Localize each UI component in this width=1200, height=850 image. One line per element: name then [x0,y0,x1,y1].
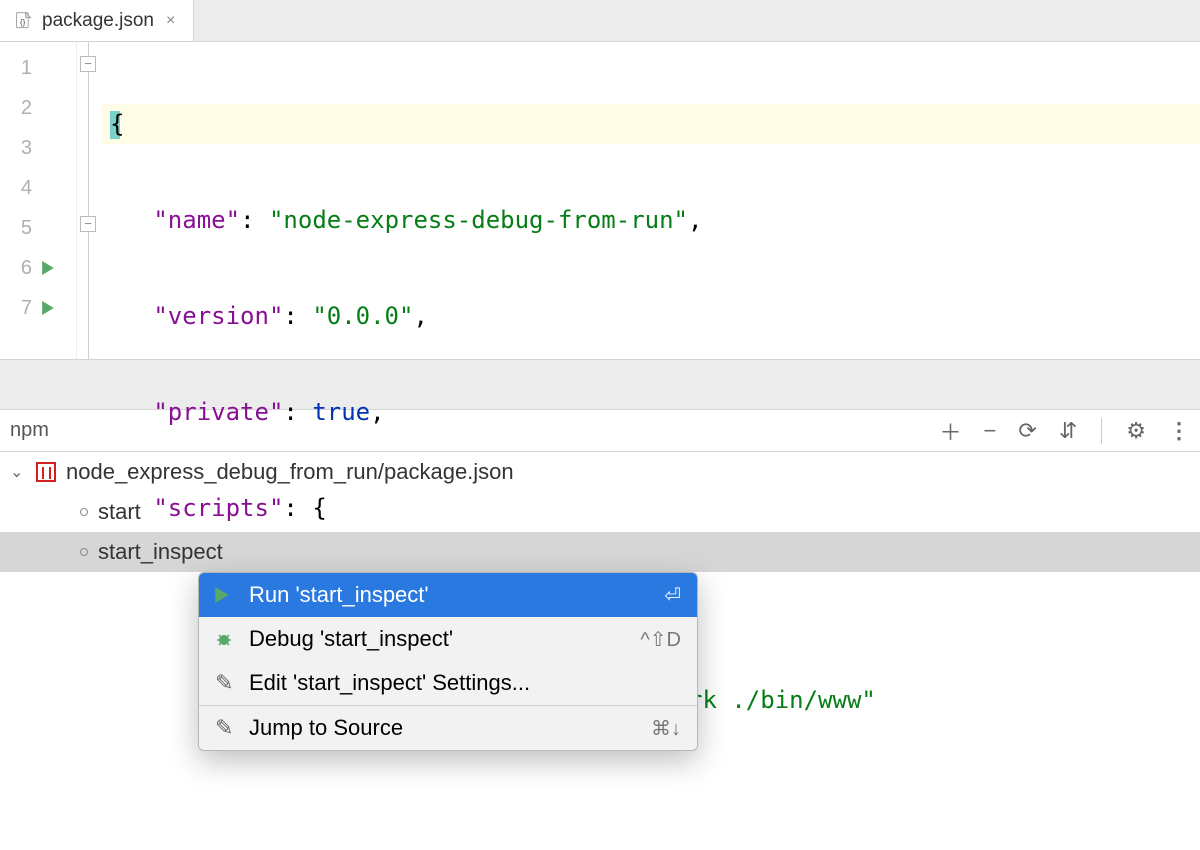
fold-toggle-icon[interactable]: − [80,216,96,232]
code-editor[interactable]: 1 2 3 4 5 6 7 − − { "name": "node-expres… [0,42,1200,360]
line-number: 1 [0,57,36,80]
script-bullet-icon [80,508,88,516]
line-number: 3 [0,137,36,160]
menu-jump-to-source[interactable]: ✎ Jump to Source ⌘↓ [199,706,697,750]
pencil-icon: ✎ [215,670,235,696]
json-file-icon: {} [14,11,34,31]
run-icon [215,587,235,603]
line-number: 4 [0,177,36,200]
line-number: 6 [0,257,36,280]
menu-shortcut: ⏎ [664,583,681,608]
editor-tab-bar: {} package.json × [0,0,1200,42]
menu-label: Run 'start_inspect' [249,582,650,608]
editor-gutter: 1 2 3 4 5 6 7 [0,42,76,359]
file-tab-package-json[interactable]: {} package.json × [0,0,194,41]
menu-shortcut: ^⇧D [640,627,681,652]
menu-debug[interactable]: Debug 'start_inspect' ^⇧D [199,617,697,661]
line-number: 5 [0,217,36,240]
menu-label: Debug 'start_inspect' [249,626,626,652]
svg-text:{}: {} [20,17,26,27]
code-area[interactable]: { "name": "node-express-debug-from-run",… [102,42,1200,359]
script-bullet-icon [80,548,88,556]
gutter-run-icon[interactable] [36,261,60,275]
gutter-run-icon[interactable] [36,301,60,315]
bug-icon [215,630,235,648]
menu-edit-settings[interactable]: ✎ Edit 'start_inspect' Settings... [199,661,697,705]
fold-strip: − − [76,42,102,359]
menu-shortcut: ⌘↓ [651,716,681,741]
file-tab-label: package.json [42,10,154,32]
menu-run[interactable]: Run 'start_inspect' ⏎ [199,573,697,617]
line-number: 7 [0,297,36,320]
context-menu: Run 'start_inspect' ⏎ Debug 'start_inspe… [198,572,698,751]
menu-label: Jump to Source [249,715,637,741]
npm-icon [36,462,56,482]
line-number: 2 [0,97,36,120]
close-tab-icon[interactable]: × [162,10,179,32]
chevron-down-icon[interactable]: ⌄ [10,462,26,482]
pencil-icon: ✎ [215,715,235,741]
fold-toggle-icon[interactable]: − [80,56,96,72]
menu-label: Edit 'start_inspect' Settings... [249,670,667,696]
